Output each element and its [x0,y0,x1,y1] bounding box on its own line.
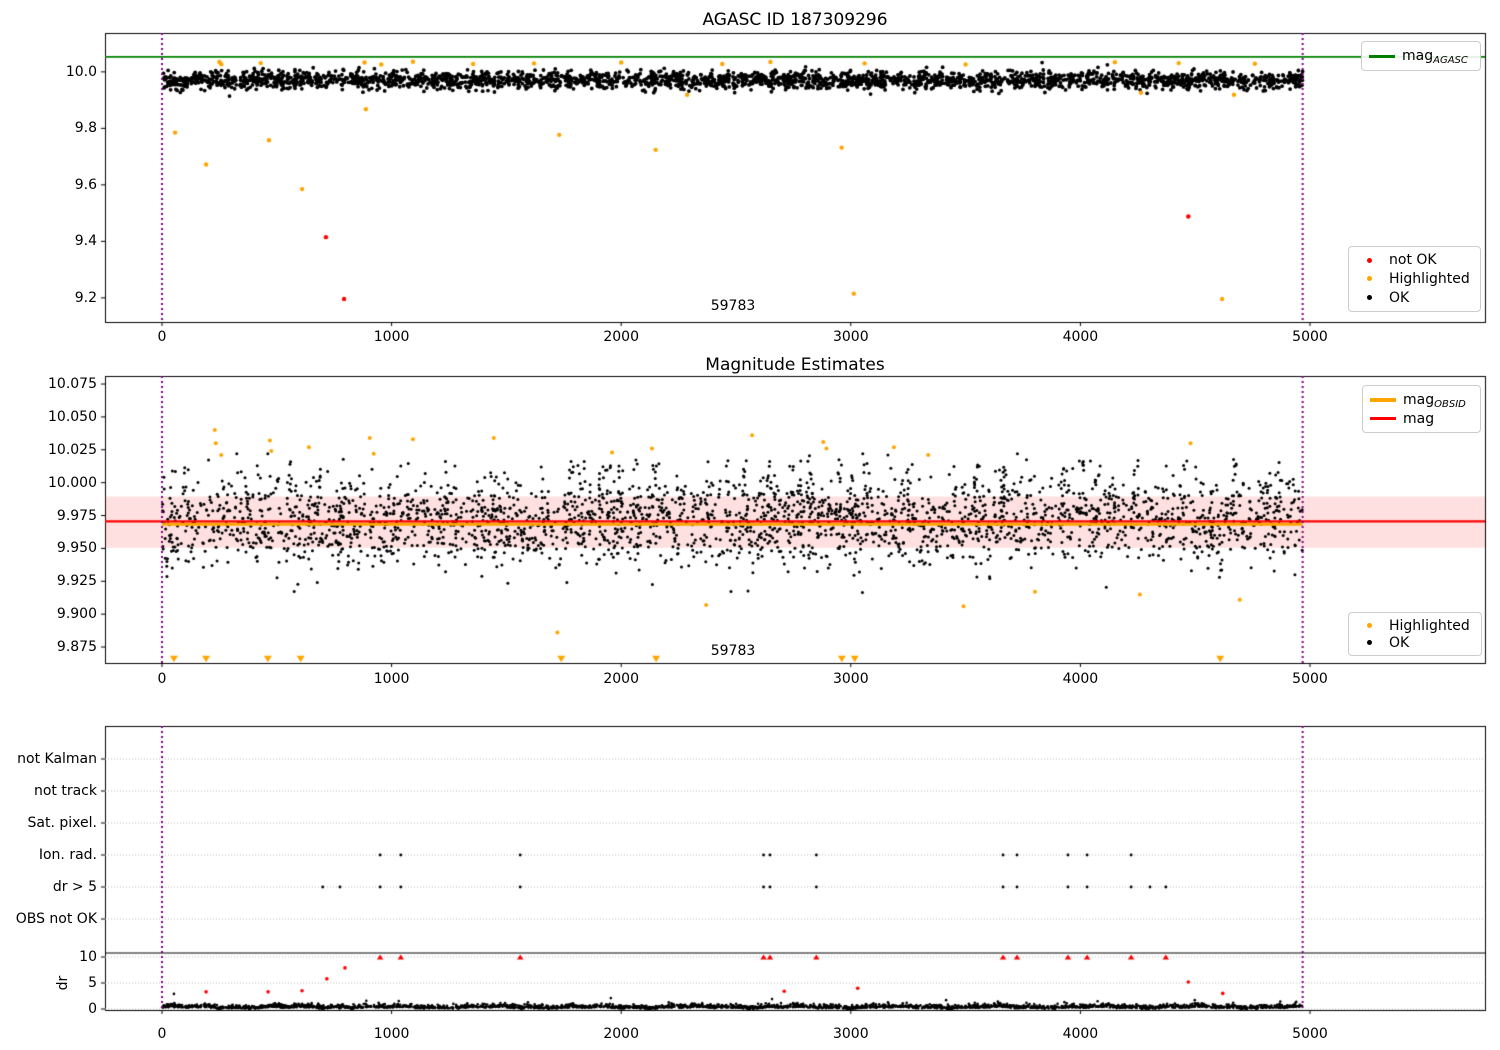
flag-category-label: OBS not OK [15,911,97,927]
legend-swatch [1356,276,1382,282]
x-tick-label: 2000 [603,1026,640,1042]
red-line-swatch [1370,417,1396,420]
x-tick-label: 2000 [603,329,640,345]
legend-row: mag [1370,411,1473,427]
orange-line-swatch [1370,397,1396,402]
legend-label-mag: mag [1403,410,1435,427]
dr-tick-label: 0 [88,1001,97,1017]
legend-swatch [1370,397,1396,402]
y-tick-label: 9.4 [74,233,97,250]
y-tick-label: 9.875 [56,639,97,656]
legend-row: OK [1356,290,1473,306]
legend-label-ok: OK [1389,289,1410,306]
y-tick-label: 9.900 [56,606,97,623]
x-tick-label: 1000 [373,1026,410,1042]
y-tick-label: 10.000 [48,474,97,491]
x-tick-label: 3000 [832,671,869,687]
legend-row: Highlighted [1356,618,1474,634]
x-tick-label: 5000 [1292,1026,1328,1042]
legend-label-mag-obsid: magOBSID [1403,391,1466,410]
x-tick-label: 1000 [373,329,410,345]
legend-row: magOBSID [1370,391,1473,410]
y-tick-label: 9.8 [74,120,97,137]
legend-swatch [1370,417,1396,420]
flag-category-label: not Kalman [17,751,97,767]
legend-swatch [1369,54,1395,58]
red-dot-swatch [1366,257,1372,263]
black-dot-swatch [1366,295,1372,301]
legend-label-highlighted: Highlighted [1389,617,1470,634]
legend-row: Highlighted [1356,271,1473,287]
legend-swatch [1356,295,1382,301]
orange-dot-swatch [1366,276,1372,282]
green-line-swatch [1369,54,1395,58]
dr-tick-label: 10 [79,949,97,965]
figure: AGASC ID 187309296 Magnitude Estimates 5… [0,0,1500,1050]
legend-mag-agasc: magAGASC [1361,41,1481,71]
y-tick-label: 9.975 [56,507,97,524]
x-tick-label: 0 [157,329,167,345]
y-tick-label: 9.2 [74,289,97,306]
y-tick-label: 9.6 [74,176,97,193]
plots-canvas [0,0,1500,1050]
x-tick-label: 4000 [1062,329,1099,345]
y-tick-label: 10.025 [48,441,97,458]
y-tick-label: 9.925 [56,573,97,590]
obsid-annotation-top: 59783 [710,298,756,314]
flag-category-label: Ion. rad. [38,847,97,863]
legend-label-not-ok: not OK [1389,252,1437,269]
flag-category-label: dr > 5 [52,879,97,895]
legend-row: magAGASC [1369,48,1473,66]
dr-tick-label: 5 [88,975,97,991]
x-tick-label: 3000 [832,329,869,345]
middle-plot-title: Magnitude Estimates [705,355,885,375]
obsid-annotation-middle: 59783 [710,643,756,659]
legend-swatch [1356,623,1382,628]
y-tick-label: 10.075 [48,376,97,393]
y-tick-label: 10.050 [48,408,97,425]
legend-label-mag-agasc: magAGASC [1402,48,1468,66]
x-tick-label: 4000 [1062,671,1099,687]
flag-category-label: Sat. pixel. [27,815,97,831]
flag-category-label: not track [33,783,97,799]
legend-top-points: not OK Highlighted OK [1348,246,1481,312]
black-dot-swatch [1366,640,1372,645]
legend-swatch [1356,640,1382,645]
x-tick-label: 5000 [1292,329,1328,345]
legend-label-highlighted: Highlighted [1389,270,1470,287]
x-tick-label: 3000 [832,1026,869,1042]
legend-swatch [1356,257,1382,263]
x-tick-label: 5000 [1292,671,1328,687]
y-tick-label: 9.950 [56,540,97,557]
legend-mid-lines: magOBSID mag [1362,385,1481,433]
legend-label-ok: OK [1389,634,1410,651]
legend-row: OK [1356,635,1474,651]
top-plot-title: AGASC ID 187309296 [702,10,888,30]
x-tick-label: 1000 [373,671,410,687]
y-tick-label: 10.0 [65,63,97,80]
x-tick-label: 0 [157,1026,167,1042]
legend-row: not OK [1356,252,1473,268]
x-tick-label: 2000 [603,671,640,687]
x-tick-label: 4000 [1062,1026,1099,1042]
legend-mid-points: Highlighted OK [1348,612,1482,656]
orange-dot-swatch [1366,623,1372,628]
x-tick-label: 0 [157,671,167,687]
